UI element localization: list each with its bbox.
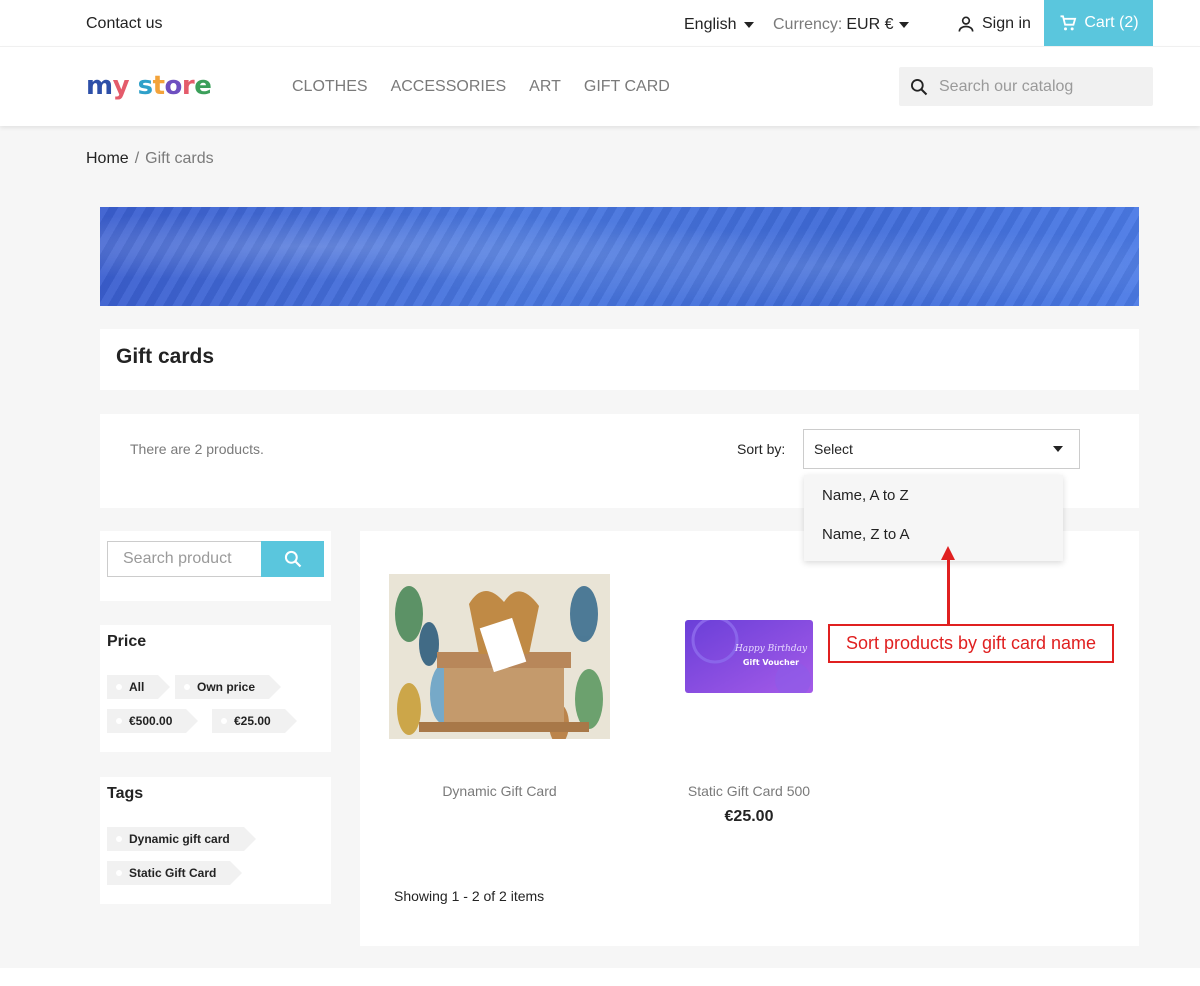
top-nav-bar: Contact us English Currency: EUR € Sign …: [0, 0, 1200, 47]
currency-value: EUR €: [846, 16, 894, 33]
logo-letter: m: [86, 71, 113, 101]
caret-down-icon: [899, 22, 910, 28]
catalog-search-input[interactable]: [939, 77, 1139, 96]
menu-item-art[interactable]: ART: [529, 78, 561, 96]
annotation-callout: Sort products by gift card name: [828, 624, 1114, 663]
cart-icon: [1060, 15, 1077, 31]
product-search-button[interactable]: [261, 541, 324, 577]
voucher-title-text: Happy Birthday: [734, 644, 808, 654]
main-menu: CLOTHES ACCESSORIES ART GIFT CARD: [292, 78, 670, 96]
breadcrumb-current: Gift cards: [145, 150, 214, 167]
catalog-search: [899, 67, 1153, 106]
sort-selected-value: Select: [814, 441, 853, 457]
language-label: English: [684, 16, 737, 33]
product-search-field: [107, 541, 261, 577]
price-filter-all[interactable]: All: [107, 675, 171, 699]
tag-filter-static[interactable]: Static Gift Card: [107, 861, 243, 885]
gift-voucher-image: Happy Birthday Gift Voucher: [685, 620, 813, 693]
voucher-subtitle-text: Gift Voucher: [743, 658, 799, 667]
gift-box-image: [389, 574, 610, 739]
sort-select[interactable]: Select: [803, 429, 1080, 469]
price-filter-25[interactable]: €25.00: [212, 709, 297, 733]
sort-option-name-desc[interactable]: Name, Z to A: [822, 526, 910, 543]
tag-filter-dynamic[interactable]: Dynamic gift card: [107, 827, 256, 851]
page-title: Gift cards: [116, 345, 215, 368]
sign-in-link[interactable]: Sign in: [956, 14, 1031, 34]
footer-strip: [0, 968, 1200, 986]
product-name-dynamic[interactable]: Dynamic Gift Card: [389, 783, 610, 799]
product-search-box: [100, 531, 331, 601]
logo-letter: s: [137, 71, 153, 101]
logo-letter: e: [194, 71, 212, 101]
logo-letter: r: [181, 71, 195, 101]
pagination-summary: Showing 1 - 2 of 2 items: [394, 888, 545, 904]
price-facet: Price All Own price €500.00 €25.00: [100, 625, 331, 752]
logo-letter: o: [164, 71, 183, 101]
product-image-dynamic-gift-card[interactable]: [389, 574, 610, 739]
contact-us-link[interactable]: Contact us: [86, 15, 162, 33]
store-logo[interactable]: my store: [86, 71, 212, 101]
product-price-static: €25.00: [724, 808, 774, 825]
breadcrumb-home[interactable]: Home: [86, 150, 129, 167]
menu-item-gift-card[interactable]: GIFT CARD: [584, 78, 670, 96]
search-icon[interactable]: [909, 77, 929, 97]
product-image-static-gift-card[interactable]: Happy Birthday Gift Voucher: [685, 620, 813, 693]
logo-letter: y: [112, 71, 130, 101]
price-facet-title: Price: [107, 633, 147, 650]
product-list: Happy Birthday Gift Voucher Dynamic Gift…: [360, 531, 1139, 946]
product-name-static[interactable]: Static Gift Card 500: [669, 783, 829, 799]
category-banner: [100, 207, 1139, 306]
sort-option-name-asc[interactable]: Name, A to Z: [822, 487, 909, 504]
caret-down-icon: [744, 22, 755, 28]
cart-label: Cart (2): [1084, 14, 1139, 31]
currency-label: Currency:: [773, 16, 843, 33]
breadcrumb: Home / Gift cards: [86, 150, 214, 168]
product-count: There are 2 products.: [130, 441, 264, 457]
price-filter-500[interactable]: €500.00: [107, 709, 199, 733]
main-header: my store CLOTHES ACCESSORIES ART GIFT CA…: [0, 47, 1200, 126]
logo-letter: t: [152, 71, 165, 101]
cart-button[interactable]: Cart (2): [1044, 0, 1153, 46]
category-title-box: Gift cards: [100, 329, 1139, 390]
tags-facet-title: Tags: [107, 785, 144, 802]
logo-space: [129, 71, 138, 101]
language-selector[interactable]: English: [684, 16, 755, 34]
user-icon: [958, 16, 974, 32]
price-filter-own-price[interactable]: Own price: [175, 675, 282, 699]
currency-selector[interactable]: Currency: EUR €: [773, 16, 910, 34]
sort-dropdown-menu: Name, A to Z Name, Z to A: [804, 475, 1063, 561]
search-icon: [284, 550, 301, 568]
breadcrumb-separator: /: [134, 150, 140, 167]
menu-item-accessories[interactable]: ACCESSORIES: [391, 78, 507, 96]
sort-label: Sort by:: [737, 441, 786, 457]
tags-facet: Tags Dynamic gift card Static Gift Card: [100, 777, 331, 904]
sign-in-label: Sign in: [982, 15, 1031, 32]
annotation-arrow: [947, 556, 950, 625]
caret-down-icon: [1053, 446, 1063, 452]
menu-item-clothes[interactable]: CLOTHES: [292, 78, 368, 96]
product-search-input[interactable]: [123, 550, 253, 568]
